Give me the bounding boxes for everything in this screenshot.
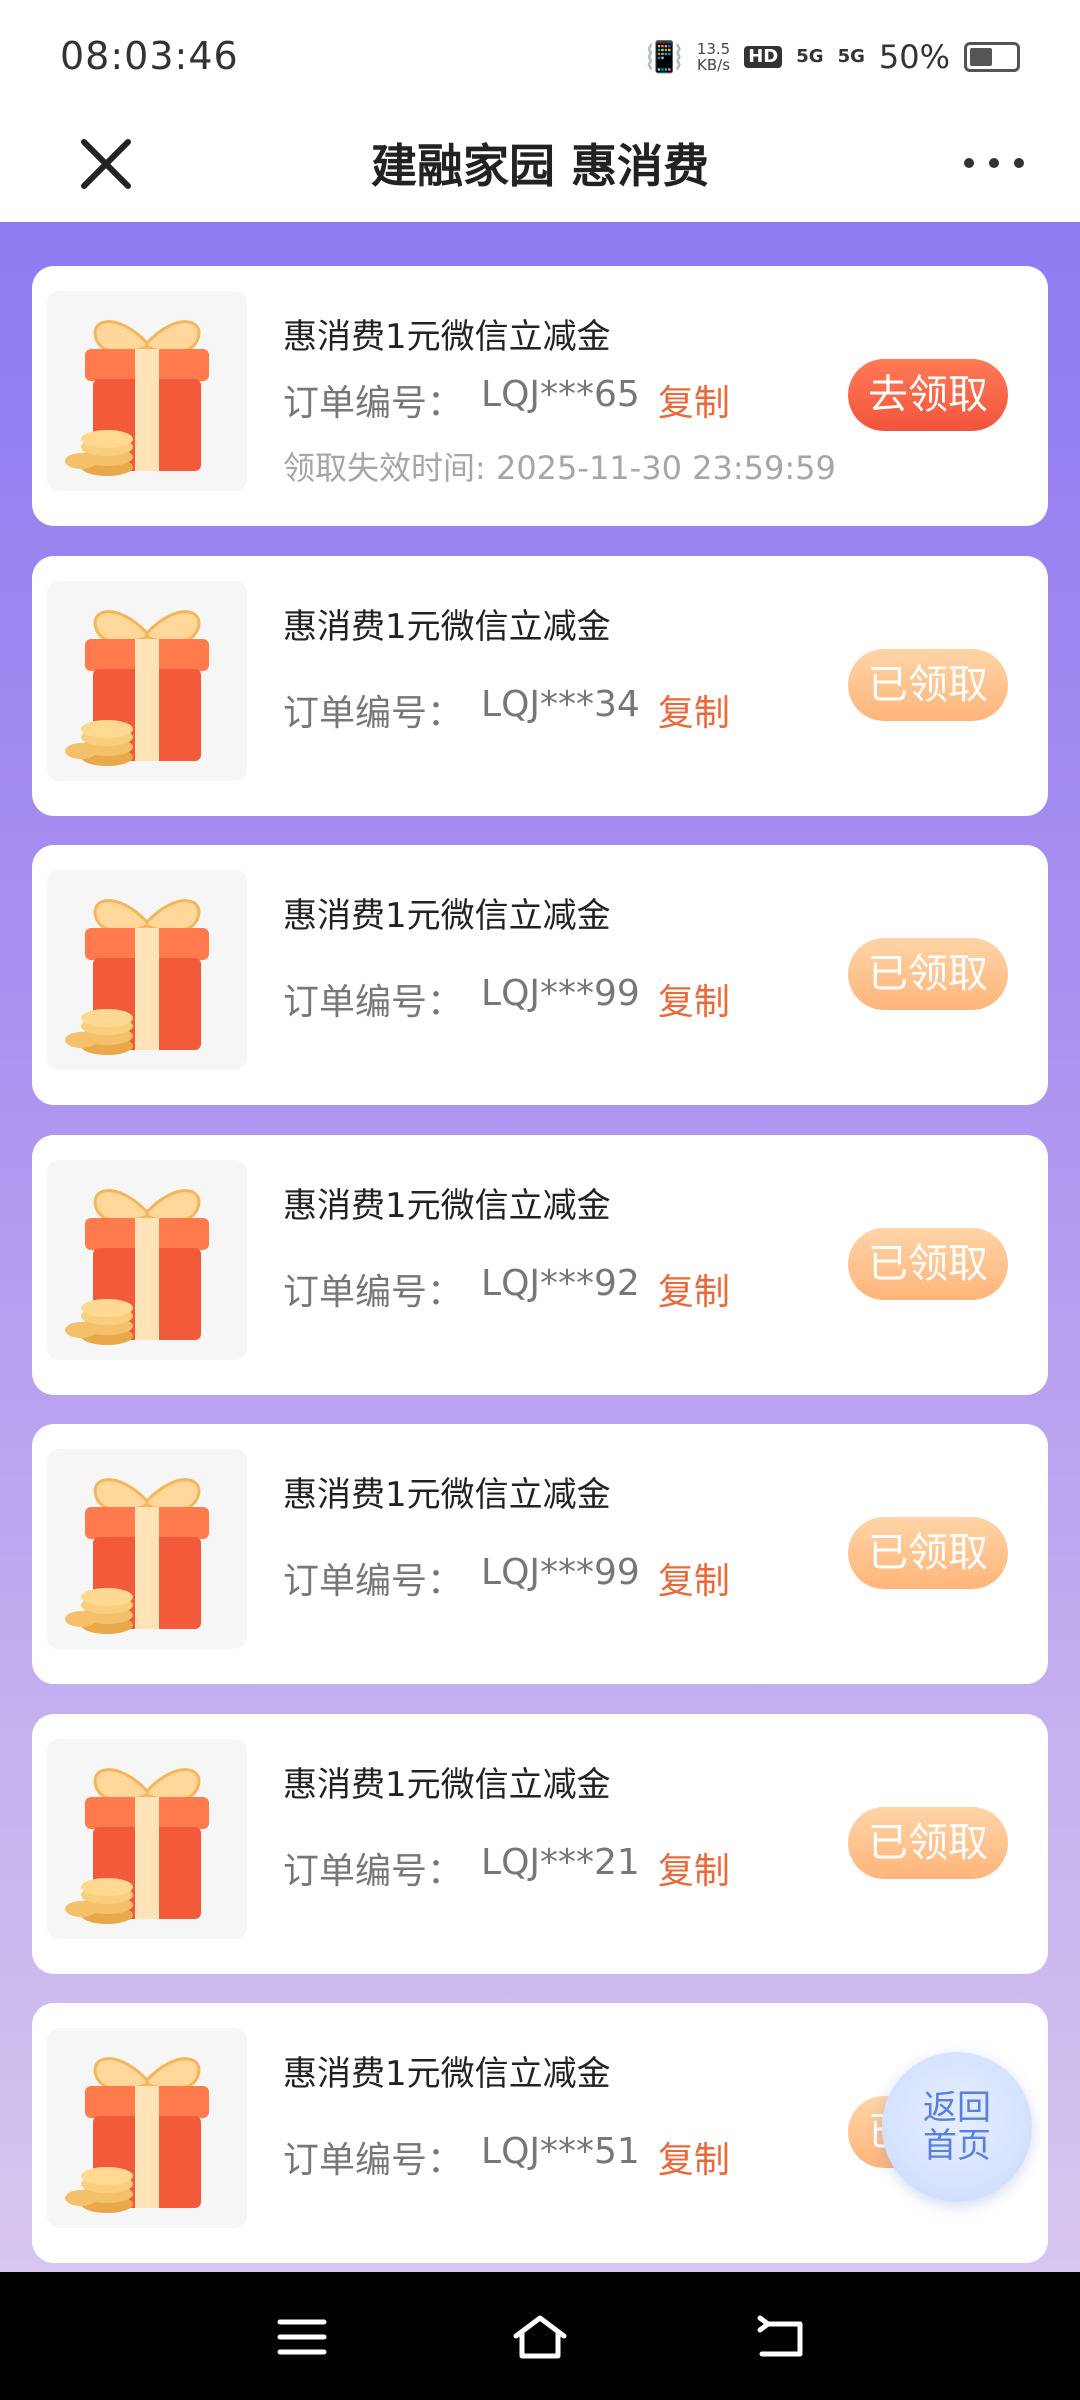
order-number: LQJ***65 xyxy=(481,374,640,415)
order-label: 订单编号： xyxy=(283,1851,464,1892)
hd-icon: HD xyxy=(744,46,783,68)
signal-icon-1: 5G xyxy=(796,46,824,67)
order-row: 订单编号： LQJ***92 复制 xyxy=(283,1263,730,1315)
copy-button[interactable]: 复制 xyxy=(658,1263,730,1315)
copy-button[interactable]: 复制 xyxy=(658,2131,730,2183)
coupon-title: 惠消费1元微信立减金 xyxy=(283,317,611,357)
coupon-title: 惠消费1元微信立减金 xyxy=(283,1186,611,1226)
coupon-title: 惠消费1元微信立减金 xyxy=(283,2054,611,2094)
order-row: 订单编号： LQJ***21 复制 xyxy=(283,1842,730,1894)
back-icon[interactable] xyxy=(752,2312,812,2362)
coupon-card: 惠消费1元微信立减金 订单编号： LQJ***92 复制 已领取 xyxy=(32,1135,1048,1395)
coupon-title: 惠消费1元微信立减金 xyxy=(283,1765,611,1805)
order-label: 订单编号： xyxy=(283,982,464,1023)
home-icon[interactable] xyxy=(510,2312,570,2362)
coupon-list: 惠消费1元微信立减金 订单编号： LQJ***65 复制 领取失效时间: 2025-11… xyxy=(0,222,1080,2272)
order-label: 订单编号： xyxy=(283,693,464,734)
order-number: LQJ***51 xyxy=(481,2131,640,2172)
coupon-card: 惠消费1元微信立减金 订单编号： LQJ***99 复制 已领取 xyxy=(32,1424,1048,1684)
claimed-button: 已领取 xyxy=(848,938,1008,1010)
order-row: 订单编号： LQJ***99 复制 xyxy=(283,1552,730,1604)
expire-time: 领取失效时间: 2025-11-30 23:59:59 xyxy=(283,449,836,487)
order-row: 订单编号： LQJ***34 复制 xyxy=(283,684,730,736)
order-label: 订单编号： xyxy=(283,2140,464,2181)
coupon-title: 惠消费1元微信立减金 xyxy=(283,607,611,647)
battery-text: 50% xyxy=(878,38,950,76)
claim-button[interactable]: 去领取 xyxy=(848,359,1008,431)
order-label: 订单编号： xyxy=(283,1561,464,1602)
order-number: LQJ***92 xyxy=(481,1263,640,1304)
copy-button[interactable]: 复制 xyxy=(658,684,730,736)
claimed-button: 已领取 xyxy=(848,1228,1008,1300)
page-title: 建融家园 惠消费 xyxy=(370,139,709,193)
copy-button[interactable]: 复制 xyxy=(658,1842,730,1894)
back-home-button[interactable]: 返回 首页 xyxy=(882,2052,1032,2202)
order-row: 订单编号： LQJ***65 复制 xyxy=(283,374,730,426)
coupon-title: 惠消费1元微信立减金 xyxy=(283,896,611,936)
network-speed: 13.5 KB/s xyxy=(696,40,731,74)
order-label: 订单编号： xyxy=(283,1272,464,1313)
copy-button[interactable]: 复制 xyxy=(658,973,730,1025)
battery-icon xyxy=(964,42,1020,72)
gift-box-image xyxy=(47,2028,247,2228)
gift-box-image xyxy=(47,291,247,491)
gift-box-image xyxy=(47,1449,247,1649)
order-number: LQJ***21 xyxy=(481,1842,640,1883)
claimed-button: 已领取 xyxy=(848,1517,1008,1589)
menu-icon[interactable] xyxy=(272,2312,332,2362)
order-row: 订单编号： LQJ***99 复制 xyxy=(283,973,730,1025)
copy-button[interactable]: 复制 xyxy=(658,1552,730,1604)
gift-box-image xyxy=(47,581,247,781)
claimed-button: 已领取 xyxy=(848,649,1008,721)
coupon-card: 惠消费1元微信立减金 订单编号： LQJ***34 复制 已领取 xyxy=(32,556,1048,816)
status-time: 08:03:46 xyxy=(60,34,239,78)
coupon-card: 惠消费1元微信立减金 订单编号： LQJ***65 复制领取失效时间: 2025-11… xyxy=(32,266,1048,526)
order-number: LQJ***99 xyxy=(481,973,640,1014)
gift-box-image xyxy=(47,870,247,1070)
gift-box-image xyxy=(47,1160,247,1360)
system-nav-bar xyxy=(0,2272,1080,2400)
gift-box-image xyxy=(47,1739,247,1939)
order-number: LQJ***34 xyxy=(481,684,640,725)
header: 建融家园 惠消费 xyxy=(0,112,1080,222)
copy-button[interactable]: 复制 xyxy=(658,374,730,426)
order-row: 订单编号： LQJ***51 复制 xyxy=(283,2131,730,2183)
status-icons: 📳 13.5 KB/s HD 5G 5G 50% xyxy=(645,38,1020,76)
coupon-card: 惠消费1元微信立减金 订单编号： LQJ***99 复制 已领取 xyxy=(32,845,1048,1105)
more-icon[interactable] xyxy=(964,158,1024,172)
coupon-card: 惠消费1元微信立减金 订单编号： LQJ***21 复制 已领取 xyxy=(32,1714,1048,1974)
order-label: 订单编号： xyxy=(283,383,464,424)
coupon-title: 惠消费1元微信立减金 xyxy=(283,1475,611,1515)
signal-icon-2: 5G xyxy=(837,46,865,67)
vibrate-icon: 📳 xyxy=(645,39,683,75)
order-number: LQJ***99 xyxy=(481,1552,640,1593)
status-bar: 08:03:46 📳 13.5 KB/s HD 5G 5G 50% xyxy=(0,0,1080,112)
claimed-button: 已领取 xyxy=(848,1807,1008,1879)
